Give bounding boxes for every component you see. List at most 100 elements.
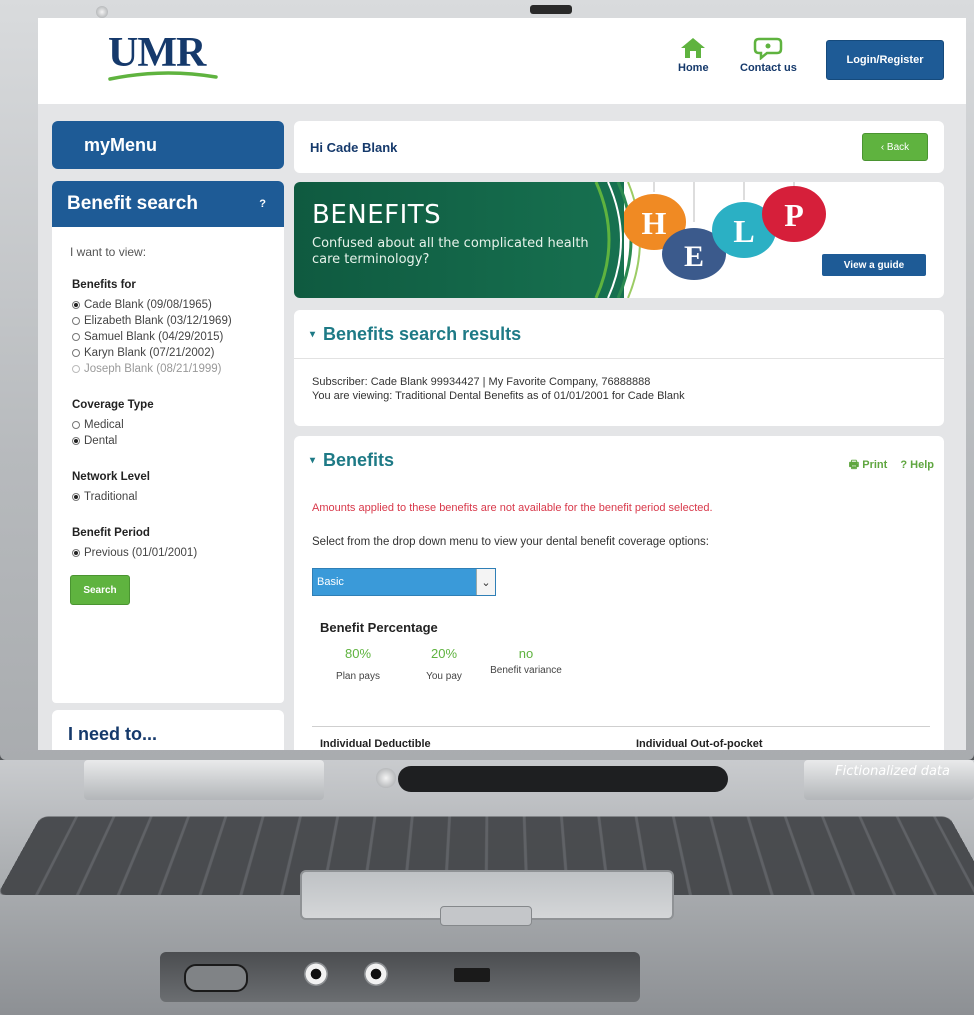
login-register-button[interactable]: Login/Register <box>826 40 944 80</box>
nav-contact-label: Contact us <box>740 62 797 74</box>
radio-option[interactable]: Samuel Blank (04/29/2015) <box>72 329 284 345</box>
radio-label: Previous (01/01/2001) <box>84 547 198 559</box>
collapse-arrow-icon[interactable]: ▾ <box>310 329 315 340</box>
radio-option[interactable]: Medical <box>72 417 284 433</box>
wireless-switch <box>454 968 490 982</box>
mymenu-button[interactable]: myMenu <box>52 121 284 169</box>
nav-home-label: Home <box>678 62 709 74</box>
radio-label: Dental <box>84 435 118 447</box>
help-bubbles-icon: H E L P <box>624 182 826 280</box>
radio-icon[interactable] <box>72 421 80 429</box>
benefits-title: Benefits <box>323 450 395 470</box>
chevron-down-icon[interactable]: ⌄ <box>476 569 495 595</box>
radio-label: Elizabeth Blank (03/12/1969) <box>84 315 232 327</box>
benefit-variance-stat: no Benefit variance <box>490 646 562 677</box>
radio-icon[interactable] <box>72 349 80 357</box>
front-port-panel <box>160 952 640 1002</box>
benefits-panel: ▾ Benefits 🖶 Print ? Help Amounts applie… <box>294 436 944 750</box>
chat-bubble-icon <box>754 37 783 60</box>
hinge-left <box>84 760 324 800</box>
radio-label: Samuel Blank (04/29/2015) <box>84 331 224 343</box>
speaker-grille <box>398 766 728 792</box>
deductible-heading: Individual Deductible <box>320 738 431 750</box>
search-results-panel: ▾ Benefits search results Subscriber: Ca… <box>294 310 944 426</box>
radio-icon[interactable] <box>72 493 80 501</box>
benefits-tools: 🖶 Print ? Help <box>839 456 934 475</box>
laptop-base: Fictionalized data <box>0 760 974 1015</box>
search-intro: I want to view: <box>70 245 147 259</box>
radio-option[interactable]: Previous (01/01/2001) <box>72 545 284 561</box>
radio-label: Joseph Blank (08/21/1999) <box>84 363 222 375</box>
radio-option-disabled: Joseph Blank (08/21/1999) <box>72 361 284 377</box>
radio-option[interactable]: Karyn Blank (07/21/2002) <box>72 345 284 361</box>
i-need-to-panel[interactable]: I need to... <box>52 710 284 750</box>
radio-label: Karyn Blank (07/21/2002) <box>84 347 215 359</box>
greeting-bar: Hi Cade Blank ‹ Back <box>294 121 944 173</box>
radio-label: Medical <box>84 419 124 431</box>
help-banner: BENEFITS Confused about all the complica… <box>294 182 944 298</box>
audio-jack-icon <box>304 962 328 986</box>
network-level-group: Network Level Traditional <box>70 471 284 505</box>
coverage-dropdown[interactable]: Basic ⌄ <box>312 568 496 596</box>
subscriber-line: Subscriber: Cade Blank 99934427 | My Fav… <box>312 376 651 388</box>
bezel-screw <box>96 6 108 18</box>
stat-value: 80% <box>344 646 372 661</box>
results-heading[interactable]: ▾ Benefits search results <box>310 324 521 345</box>
bubble-letter-p: P <box>784 197 804 233</box>
stat-label: Benefit variance <box>490 665 562 676</box>
print-link[interactable]: 🖶 Print <box>849 459 891 471</box>
radio-label: Cade Blank (09/08/1965) <box>84 299 212 311</box>
banner-subtitle: Confused about all the complicated healt… <box>312 236 589 267</box>
print-label: Print <box>862 459 888 471</box>
benefits-for-group: Benefits for Cade Blank (09/08/1965) Eli… <box>70 279 284 377</box>
webcam <box>530 5 572 14</box>
radio-option[interactable]: Cade Blank (09/08/1965) <box>72 297 284 313</box>
help-icon[interactable]: ? <box>259 198 266 210</box>
audio-jack-icon <box>364 962 388 986</box>
collapse-arrow-icon[interactable]: ▾ <box>310 455 315 466</box>
nav-contact[interactable]: Contact us <box>740 36 797 74</box>
logo-text: UMR <box>108 30 206 76</box>
radio-option[interactable]: Traditional <box>72 489 284 505</box>
umr-logo[interactable]: UMR <box>108 32 218 82</box>
banner-title: BENEFITS <box>312 200 442 230</box>
card-slot <box>184 964 248 992</box>
search-button[interactable]: Search <box>70 575 130 605</box>
back-button[interactable]: ‹ Back <box>862 133 928 161</box>
site-header: UMR Home Contact us Login/Register <box>38 18 966 104</box>
divider <box>312 726 930 727</box>
radio-icon[interactable] <box>72 333 80 341</box>
stat-value: 20% <box>430 646 458 661</box>
radio-icon[interactable] <box>72 437 80 445</box>
bubble-letter-e: E <box>684 240 704 273</box>
stat-label: Plan pays <box>336 671 380 682</box>
power-button-icon <box>376 768 396 788</box>
nav-home[interactable]: Home <box>678 36 709 74</box>
greeting-text: Hi Cade Blank <box>310 139 398 155</box>
benefit-period-group: Benefit Period Previous (01/01/2001) <box>70 527 284 561</box>
group-title: Coverage Type <box>72 399 154 411</box>
bubble-letter-h: H <box>642 205 667 241</box>
coverage-type-group: Coverage Type Medical Dental <box>70 399 284 449</box>
i-need-to-title: I need to... <box>68 724 158 744</box>
results-title: Benefits search results <box>323 324 522 344</box>
stat-value: no <box>518 646 534 661</box>
benefit-search-header[interactable]: Benefit search ? <box>52 181 284 227</box>
browser-viewport: UMR Home Contact us Login/Register myMen… <box>38 18 966 750</box>
radio-label: Traditional <box>84 491 138 503</box>
home-icon <box>681 38 706 58</box>
radio-option[interactable]: Elizabeth Blank (03/12/1969) <box>72 313 284 329</box>
view-guide-button[interactable]: View a guide <box>822 254 926 276</box>
benefit-percentage-title: Benefit Percentage <box>320 620 438 635</box>
radio-icon[interactable] <box>72 549 80 557</box>
help-link[interactable]: ? Help <box>900 459 934 471</box>
benefit-warning: Amounts applied to these benefits are no… <box>312 502 713 514</box>
radio-icon[interactable] <box>72 317 80 325</box>
out-of-pocket-heading: Individual Out-of-pocket <box>636 738 763 750</box>
radio-icon <box>72 365 80 373</box>
benefits-heading[interactable]: ▾ Benefits <box>310 450 394 471</box>
radio-option[interactable]: Dental <box>72 433 284 449</box>
radio-icon[interactable] <box>72 301 80 309</box>
benefit-search-title: Benefit search <box>67 193 198 214</box>
viewing-line: You are viewing: Traditional Dental Bene… <box>312 390 685 402</box>
